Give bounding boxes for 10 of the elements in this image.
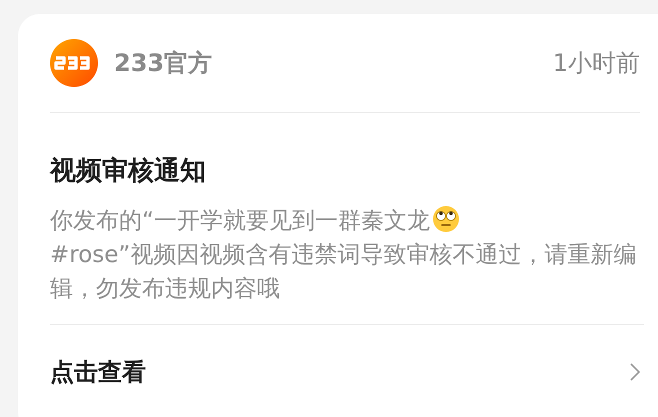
eye-roll-emoji-icon [432,205,460,233]
view-details-row[interactable]: 点击查看 [50,325,640,417]
message-text: #rose”视频因视频含有违禁词导致审核不通过，请重新编辑，勿发布违规内容哦 [50,242,636,302]
message-text: 你发布的“一开学就要见到一群秦文龙 [50,208,430,234]
logo-icon [50,39,98,87]
notification-title: 视频审核通知 [50,155,207,188]
view-details-label: 点击查看 [50,357,146,388]
timestamp: 1小时前 [552,48,640,79]
sender-name: 233官方 [114,48,214,79]
chevron-right-icon [630,363,640,381]
